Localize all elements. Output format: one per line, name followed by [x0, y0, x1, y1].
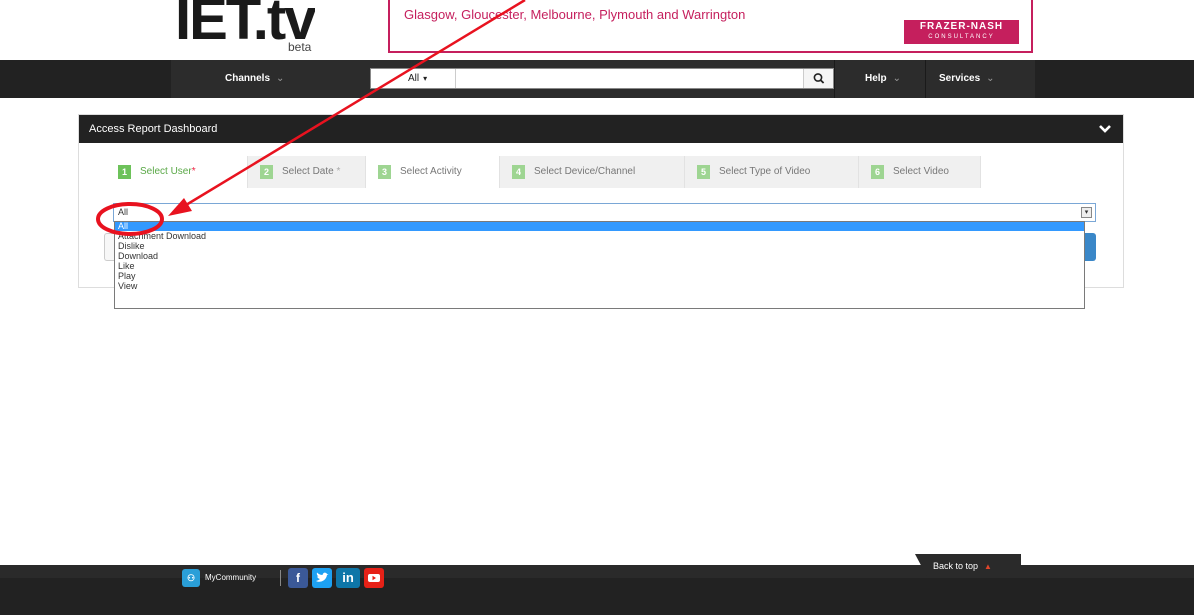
- step-number-badge: 6: [871, 165, 884, 179]
- chevron-down-icon: [1099, 125, 1111, 133]
- activity-option-attachment-download[interactable]: Attachment Download: [115, 231, 1084, 241]
- activity-option-download[interactable]: Download: [115, 251, 1084, 261]
- search-input[interactable]: [457, 69, 803, 88]
- panel-title: Access Report Dashboard: [89, 123, 218, 135]
- nav-divider: [834, 60, 835, 98]
- logo-beta-label: beta: [288, 40, 312, 54]
- step-number-badge: 4: [512, 165, 525, 179]
- tab-select-activity[interactable]: 3 Select Activity: [366, 156, 500, 188]
- facebook-icon[interactable]: f: [288, 568, 308, 588]
- logo-mark: IET.tv: [175, 0, 315, 40]
- chevron-down-icon: ⌄: [892, 73, 902, 84]
- youtube-play-glyph: [368, 574, 380, 582]
- step-number-badge: 3: [378, 165, 391, 179]
- activity-option-dislike[interactable]: Dislike: [115, 241, 1084, 251]
- twitter-icon[interactable]: [312, 568, 332, 588]
- activity-option-play[interactable]: Play: [115, 271, 1084, 281]
- nav-help-label: Help: [865, 73, 887, 84]
- step-number-badge: 2: [260, 165, 273, 179]
- site-logo[interactable]: IET.tv beta: [175, 0, 315, 60]
- search-bar: All ▾: [370, 68, 834, 89]
- banner-brand-subtitle: CONSULTANCY: [928, 34, 995, 40]
- tab-select-type-of-video[interactable]: 5 Select Type of Video: [685, 156, 859, 188]
- step-number-badge: 1: [118, 165, 131, 179]
- tab-label: Select Date *: [282, 166, 341, 177]
- tab-label: Select User*: [140, 166, 196, 177]
- panel-collapse-button[interactable]: [1097, 115, 1113, 143]
- tab-select-video[interactable]: 6 Select Video: [859, 156, 981, 188]
- banner-text: Glasgow, Gloucester, Melbourne, Plymouth…: [404, 7, 746, 22]
- activity-option-all[interactable]: All: [115, 222, 1084, 231]
- tab-label: Select Type of Video: [719, 166, 811, 177]
- tab-select-date[interactable]: 2 Select Date *: [248, 156, 366, 188]
- tab-select-user[interactable]: 1 Select User*: [106, 156, 248, 188]
- panel-header: Access Report Dashboard: [79, 115, 1123, 143]
- back-to-top-label: Back to top: [933, 561, 979, 571]
- youtube-icon[interactable]: [364, 568, 384, 588]
- tab-label: Select Activity: [400, 166, 462, 177]
- footer-divider: [280, 570, 281, 586]
- activity-options-list: All Attachment Download Dislike Download…: [114, 221, 1085, 309]
- sponsor-banner[interactable]: Glasgow, Gloucester, Melbourne, Plymouth…: [388, 0, 1033, 53]
- twitter-bird-glyph: [316, 572, 329, 582]
- banner-brand-logo: FRAZER-NASH CONSULTANCY: [904, 20, 1019, 44]
- previous-button[interactable]: [104, 233, 114, 261]
- nav-help[interactable]: Help ⌄: [865, 60, 901, 98]
- site-footer: [0, 578, 1194, 615]
- banner-brand-name: FRAZER-NASH: [919, 21, 1004, 32]
- activity-select[interactable]: All ▾: [113, 203, 1096, 222]
- mycommunity-icon[interactable]: ⚇: [182, 569, 200, 587]
- activity-option-like[interactable]: Like: [115, 261, 1084, 271]
- nav-services-label: Services: [939, 73, 981, 84]
- tab-label: Select Video: [893, 166, 949, 177]
- search-scope-select[interactable]: All ▾: [371, 69, 456, 88]
- search-button[interactable]: [803, 69, 833, 88]
- nav-channels-label: Channels: [225, 73, 271, 84]
- arrow-up-icon: ▲: [984, 562, 992, 571]
- tab-label: Select Device/Channel: [534, 166, 636, 177]
- wizard-tabs: 1 Select User* 2 Select Date * 3 Select …: [106, 156, 981, 188]
- linkedin-icon[interactable]: in: [336, 568, 360, 588]
- nav-divider: [925, 60, 926, 98]
- search-scope-value: All: [408, 73, 420, 84]
- chevron-down-icon: ⌄: [986, 73, 995, 84]
- dropdown-arrow-icon[interactable]: ▾: [1081, 207, 1092, 218]
- chevron-down-icon: ⌄: [276, 73, 285, 84]
- back-to-top-link[interactable]: Back to top ▲: [915, 554, 1021, 578]
- activity-option-view[interactable]: View: [115, 281, 1084, 291]
- step-number-badge: 5: [697, 165, 710, 179]
- nav-channels[interactable]: Channels ⌄: [225, 60, 284, 98]
- search-icon: [813, 73, 825, 84]
- activity-select-value: All: [118, 207, 129, 217]
- mycommunity-link[interactable]: MyCommunity: [205, 568, 256, 588]
- nav-services[interactable]: Services ⌄: [939, 60, 995, 98]
- tab-select-device-channel[interactable]: 4 Select Device/Channel: [500, 156, 685, 188]
- caret-down-icon: ▾: [423, 74, 428, 83]
